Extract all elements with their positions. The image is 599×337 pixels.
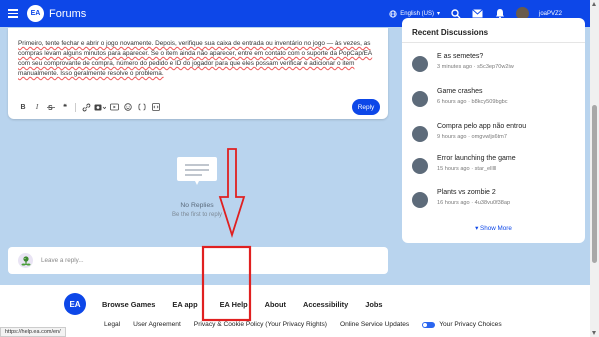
discussion-title[interactable]: Compra pelo app não entrou [437,123,526,130]
chevron-down-icon: ▾ [475,225,479,232]
discussion-avatar-icon [412,158,428,174]
image-upload-icon[interactable] [93,101,107,113]
menu-icon[interactable] [8,9,18,18]
language-label: English (US) [400,10,434,17]
spoiler-icon[interactable] [135,101,149,113]
discussion-avatar-icon [412,91,428,107]
privacy-choices-toggle-icon [422,321,436,328]
footer-link-legal[interactable]: Legal [104,321,120,328]
discussion-meta: 16 hours ago · 4u38vu0f38ap [437,200,511,206]
discussion-meta: 6 hours ago · b8kcy509bgbc [437,99,508,105]
status-bar-url: https://help.ea.com/en/ [0,327,66,337]
discussion-title[interactable]: E as semetes? [437,53,483,60]
discussion-title[interactable]: Game crashes [437,88,483,95]
recent-discussions-panel: Recent Discussions E as semetes? 3 minut… [402,18,585,243]
emoji-icon[interactable] [121,101,135,113]
discussion-avatar-icon [412,56,428,72]
link-icon[interactable] [79,101,93,113]
recent-discussions-title: Recent Discussions [412,28,489,37]
reply-editor[interactable]: Primeiro, tente fechar e abrir o jogo no… [8,28,388,119]
footer-link-browse-games[interactable]: Browse Games [102,300,155,309]
footer-secondary-links: Legal User Agreement Privacy & Cookie Po… [104,321,515,328]
language-selector[interactable]: English (US) ▾ [389,9,440,18]
scrollbar-thumb[interactable] [592,105,597,263]
chevron-down-icon: ▾ [436,11,440,17]
discussion-title[interactable]: Error launching the game [437,155,516,162]
footer-link-user-agreement[interactable]: User Agreement [133,321,181,328]
video-icon[interactable] [107,101,121,113]
bold-button[interactable]: B [16,101,30,113]
strikethrough-button[interactable]: S [44,101,58,113]
footer-ea-logo[interactable]: EA [64,293,86,315]
discussion-meta: 9 hours ago · omgvwljs6tm7 [437,134,507,140]
reply-editor-text[interactable]: Primeiro, tente fechar e abrir o jogo no… [18,39,380,79]
discussion-meta: 3 minutes ago · s5c3ep70w2iw [437,64,514,70]
italic-button[interactable]: I [30,101,44,113]
footer-link-privacy-choices[interactable]: Your Privacy Choices [439,321,501,328]
discussion-avatar-icon [412,126,428,142]
discussion-meta: 15 hours ago · star_elllll [437,166,497,172]
site-footer: EA Browse Games EA app EA Help About Acc… [0,285,590,337]
scroll-down-icon[interactable] [592,331,596,335]
footer-link-online-service-updates[interactable]: Online Service Updates [340,321,409,328]
show-more-link[interactable]: ▾ Show More [402,225,585,232]
editor-toolbar: B I S ❝ [16,101,163,113]
forums-title[interactable]: Forums [49,8,86,20]
footer-primary-links: EA Browse Games EA app EA Help About Acc… [64,293,399,315]
footer-link-jobs[interactable]: Jobs [365,300,382,309]
code-block-icon[interactable] [149,101,163,113]
discussion-item[interactable]: Error launching the game 15 hours ago · … [412,152,582,182]
discussion-avatar-icon [412,192,428,208]
footer-link-accessibility[interactable]: Accessibility [303,300,348,309]
discussion-title[interactable]: Plants vs zombie 2 [437,189,496,196]
footer-link-about[interactable]: About [265,300,286,309]
svg-text:S: S [48,105,53,111]
leave-reply-placeholder[interactable]: Leave a reply... [41,257,84,264]
leave-reply-box[interactable]: Leave a reply... [8,247,388,274]
discussion-item[interactable]: E as semetes? 3 minutes ago · s5c3ep70w2… [412,50,582,80]
discussion-item[interactable]: Game crashes 6 hours ago · b8kcy509bgbc [412,85,582,115]
reply-button[interactable]: Reply [352,99,380,115]
toolbar-divider [75,102,76,112]
ea-logo[interactable]: EA [27,5,44,22]
discussion-item[interactable]: Compra pelo app não entrou 9 hours ago ·… [412,120,582,150]
show-more-label[interactable]: Show More [480,225,512,232]
footer-link-privacy-policy[interactable]: Privacy & Cookie Policy (Your Privacy Ri… [194,321,327,328]
empty-replies-illustration [177,157,217,185]
no-replies-title: No Replies [180,202,214,209]
globe-icon [389,9,397,18]
footer-link-ea-help[interactable]: EA Help [220,300,248,309]
footer-link-ea-app[interactable]: EA app [172,300,197,309]
scroll-up-icon[interactable] [592,2,596,6]
quote-button[interactable]: ❝ [58,101,72,113]
panel-divider [402,42,585,43]
discussion-item[interactable]: Plants vs zombie 2 16 hours ago · 4u38vu… [412,186,582,216]
page-scrollbar[interactable] [590,0,599,337]
username[interactable]: joaPVZ2 [539,11,562,17]
user-avatar-small [18,253,33,268]
no-replies-subtitle: Be the first to reply [171,212,223,218]
